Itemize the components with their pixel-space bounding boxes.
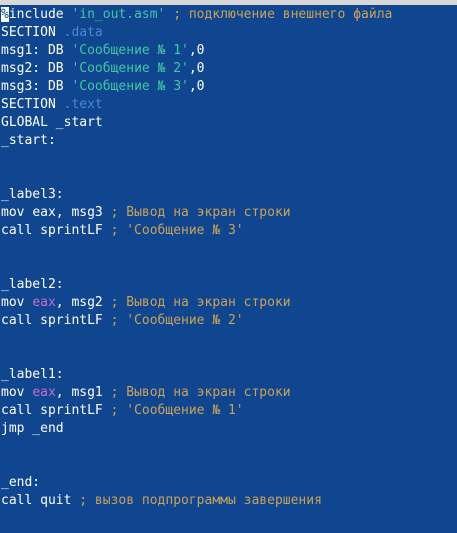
code-token: mov <box>1 385 33 400</box>
code-token: 'in_out.asm' <box>71 7 166 22</box>
code-token: ; подключение внешнего файла <box>165 7 393 22</box>
code-token: eax <box>32 385 56 400</box>
code-token: , msg3 <box>55 205 111 220</box>
code-line[interactable] <box>1 258 457 276</box>
code-token: ; Вывод на экран строки <box>110 295 291 310</box>
code-token: _label1: <box>1 367 64 382</box>
code-token: call quit <box>1 493 80 508</box>
code-line[interactable]: call sprintLF ; 'Сообщение № 1' <box>1 402 457 420</box>
code-token: SECTION <box>1 97 64 112</box>
code-token: , msg2 <box>55 295 111 310</box>
code-token: call sprintLF <box>1 223 111 238</box>
code-line[interactable] <box>1 168 457 186</box>
code-token: ; 'Сообщение № 2' <box>110 313 244 328</box>
code-line[interactable]: SECTION .text <box>1 96 457 114</box>
code-token: , msg1 <box>55 385 111 400</box>
code-line[interactable]: call sprintLF ; 'Сообщение № 2' <box>1 312 457 330</box>
code-line[interactable]: call quit ; вызов подпрограммы завершени… <box>1 492 457 510</box>
code-token: _label3: <box>1 187 64 202</box>
code-line[interactable]: _end: <box>1 474 457 492</box>
code-token: _label2: <box>1 277 64 292</box>
code-line[interactable]: call sprintLF ; 'Сообщение № 3' <box>1 222 457 240</box>
code-token: ; Вывод на экран строки <box>110 205 291 220</box>
code-token: msg1: DB <box>1 43 72 58</box>
code-line[interactable]: _start: <box>1 132 457 150</box>
code-token: 'Сообщение № 3' <box>71 79 189 94</box>
code-token: ,0 <box>188 79 205 94</box>
code-token: GLOBAL _start <box>1 115 103 130</box>
code-line[interactable]: _label2: <box>1 276 457 294</box>
code-token: call sprintLF <box>1 403 111 418</box>
code-token: eax <box>32 295 56 310</box>
code-line[interactable] <box>1 456 457 474</box>
code-token: ; 'Сообщение № 3' <box>110 223 244 238</box>
code-line[interactable]: msg2: DB 'Сообщение № 2',0 <box>1 60 457 78</box>
code-token: mov <box>1 295 33 310</box>
code-token: _start: <box>1 133 56 148</box>
editor-title-bar <box>0 0 457 5</box>
code-line[interactable] <box>1 150 457 168</box>
text-cursor: % <box>1 7 9 22</box>
code-token: .text <box>63 97 103 112</box>
code-token: jmp _end <box>1 421 64 436</box>
code-line[interactable]: jmp _end <box>1 420 457 438</box>
code-line[interactable]: mov eax, msg3 ; Вывод на экран строки <box>1 204 457 222</box>
code-line[interactable]: GLOBAL _start <box>1 114 457 132</box>
code-line[interactable]: msg1: DB 'Сообщение № 1',0 <box>1 42 457 60</box>
code-token: eax <box>32 205 56 220</box>
code-line[interactable]: _label3: <box>1 186 457 204</box>
code-token: ,0 <box>188 61 205 76</box>
code-line[interactable]: _label1: <box>1 366 457 384</box>
code-line[interactable]: mov eax, msg1 ; Вывод на экран строки <box>1 384 457 402</box>
code-line[interactable] <box>1 438 457 456</box>
code-token: ; 'Сообщение № 1' <box>110 403 244 418</box>
code-line[interactable]: %include 'in_out.asm' ; подключение внеш… <box>1 6 457 24</box>
code-line[interactable]: mov eax, msg2 ; Вывод на экран строки <box>1 294 457 312</box>
code-token: .data <box>63 25 103 40</box>
code-line[interactable]: SECTION .data <box>1 24 457 42</box>
code-line[interactable] <box>1 330 457 348</box>
code-token: call sprintLF <box>1 313 111 328</box>
code-line[interactable]: msg3: DB 'Сообщение № 3',0 <box>1 78 457 96</box>
code-line[interactable] <box>1 348 457 366</box>
code-token: _end: <box>1 475 41 490</box>
code-editor[interactable]: %include 'in_out.asm' ; подключение внеш… <box>1 6 457 510</box>
code-token: 'Сообщение № 2' <box>71 61 189 76</box>
code-token: msg2: DB <box>1 61 72 76</box>
code-token: 'Сообщение № 1' <box>71 43 189 58</box>
code-line[interactable] <box>1 240 457 258</box>
code-token: ; Вывод на экран строки <box>110 385 291 400</box>
code-token: msg3: DB <box>1 79 72 94</box>
code-token: SECTION <box>1 25 64 40</box>
code-token: ,0 <box>188 43 205 58</box>
code-token: include <box>8 7 72 22</box>
code-token: ; вызов подпрограммы завершения <box>79 493 322 508</box>
code-token: mov <box>1 205 33 220</box>
